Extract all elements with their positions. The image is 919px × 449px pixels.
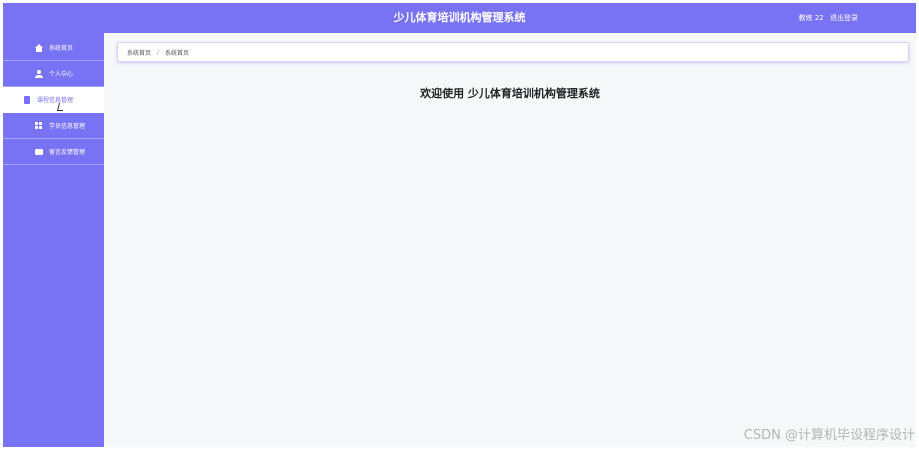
user-icon — [35, 69, 43, 78]
sidebar-item-students[interactable]: 学员信息管理 — [3, 113, 104, 139]
sidebar-item-label: 课程信息管理 — [37, 97, 74, 104]
watermark: CSDN @计算机毕设程序设计 — [743, 428, 915, 443]
sidebar-item-feedback[interactable]: 留言反馈管理 — [3, 139, 104, 165]
sidebar-item-label: 个人中心 — [49, 71, 74, 78]
sidebar-item-label: 系统首页 — [49, 45, 74, 52]
top-bar: 少儿体育培训机构管理系统 教练 22 退出登录 — [3, 3, 916, 33]
user-info: 教练 22 退出登录 — [795, 3, 858, 33]
breadcrumb-item: 系统首页 — [165, 49, 190, 57]
sidebar-item-home[interactable]: 系统首页 — [3, 35, 104, 61]
sidebar-item-courses[interactable]: 课程信息管理 — [3, 87, 104, 113]
breadcrumb-separator: / — [157, 48, 160, 56]
app-title: 少儿体育培训机构管理系统 — [393, 11, 526, 24]
home-icon — [35, 43, 43, 52]
message-icon — [35, 148, 43, 156]
sidebar-item-label: 学员信息管理 — [49, 123, 86, 130]
welcome-message: 欢迎使用 少儿体育培训机构管理系统 — [420, 87, 600, 100]
user-name: 教练 22 — [798, 14, 824, 22]
sidebar: 系统首页 个人中心 课程信息管理 学员信息管理 留言反馈管理 — [3, 33, 104, 447]
grid-icon — [35, 121, 43, 130]
sidebar-item-label: 留言反馈管理 — [49, 149, 86, 156]
document-icon — [23, 95, 31, 104]
app-window: 少儿体育培训机构管理系统 教练 22 退出登录 系统首页 个人中心 课程信息管理… — [3, 3, 916, 447]
breadcrumb-item[interactable]: 系统首页 — [127, 48, 151, 57]
logout-link[interactable]: 退出登录 — [830, 14, 858, 22]
sidebar-item-profile[interactable]: 个人中心 — [3, 61, 104, 87]
breadcrumb: 系统首页 / 系统首页 — [117, 42, 909, 62]
